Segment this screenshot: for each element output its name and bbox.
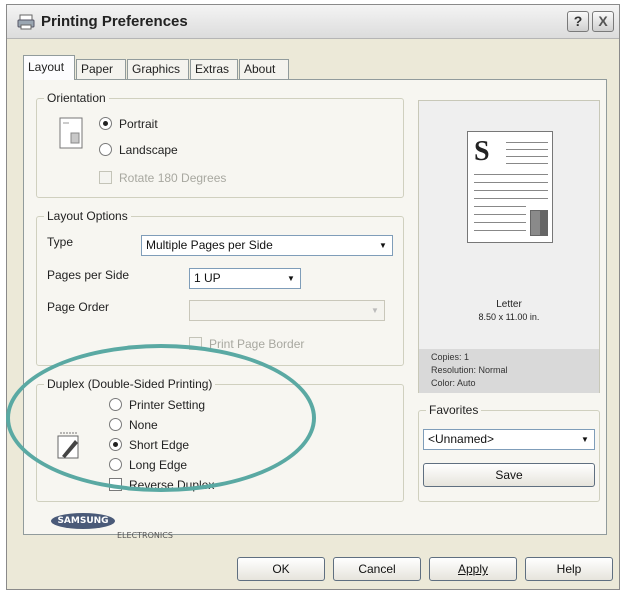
apply-button[interactable]: Apply xyxy=(429,557,517,581)
copies-info: Copies: 1 xyxy=(431,352,470,362)
rotate-180-label: Rotate 180 Degrees xyxy=(119,171,227,185)
favorites-group: Favorites <Unnamed> ▼ Save xyxy=(418,403,600,502)
tab-extras[interactable]: Extras xyxy=(190,59,238,79)
rotate-180-checkbox[interactable] xyxy=(99,171,112,184)
pages-per-side-value: 1 UP xyxy=(194,271,221,285)
landscape-radio[interactable] xyxy=(99,143,112,156)
chevron-down-icon: ▼ xyxy=(371,306,379,315)
cancel-button[interactable]: Cancel xyxy=(333,557,421,581)
chevron-down-icon: ▼ xyxy=(581,435,589,444)
portrait-radio[interactable] xyxy=(99,117,112,130)
preview-image-icon xyxy=(530,210,548,236)
portrait-page-icon xyxy=(59,117,83,149)
duplex-none-label: None xyxy=(129,418,158,432)
preview-info-bar: Copies: 1 Resolution: Normal Color: Auto xyxy=(419,349,599,393)
print-page-border-checkbox[interactable] xyxy=(189,337,202,350)
type-select-value: Multiple Pages per Side xyxy=(146,238,273,252)
favorites-value: <Unnamed> xyxy=(428,432,495,446)
landscape-label: Landscape xyxy=(119,143,178,157)
window-title: Printing Preferences xyxy=(41,13,188,30)
chevron-down-icon: ▼ xyxy=(287,274,295,283)
favorites-legend: Favorites xyxy=(426,403,482,417)
duplex-none-radio[interactable] xyxy=(109,418,122,431)
tab-graphics[interactable]: Graphics xyxy=(127,59,189,79)
orientation-group: Orientation Portrait Landscape Rotate 18… xyxy=(36,91,404,198)
logo-brand: SAMSUNG xyxy=(51,513,115,529)
paper-size: 8.50 x 11.00 in. xyxy=(478,312,540,322)
page-order-select[interactable]: ▼ xyxy=(189,300,385,321)
preview-line xyxy=(474,230,526,231)
type-label: Type xyxy=(47,235,74,249)
save-favorite-button[interactable]: Save xyxy=(423,463,595,487)
ok-button[interactable]: OK xyxy=(237,557,325,581)
portrait-label: Portrait xyxy=(119,117,158,131)
apply-label: Apply xyxy=(457,562,489,576)
tab-layout[interactable]: Layout xyxy=(23,55,75,80)
preview-line xyxy=(506,149,548,150)
preview-line xyxy=(474,198,548,199)
print-page-border-label: Print Page Border xyxy=(209,337,305,351)
preview-page: S xyxy=(467,131,553,243)
duplex-short-edge-label: Short Edge xyxy=(129,438,190,452)
pages-per-side-select[interactable]: 1 UP ▼ xyxy=(189,268,301,289)
help-button[interactable]: Help xyxy=(525,557,613,581)
preview-line xyxy=(474,214,526,215)
preview-line xyxy=(474,174,548,175)
reverse-duplex-label: Reverse Duplex xyxy=(129,478,215,492)
resolution-info: Resolution: Normal xyxy=(431,365,508,375)
preview-line xyxy=(474,190,548,191)
close-title-button[interactable]: X xyxy=(592,11,614,32)
duplex-short-edge-radio[interactable] xyxy=(109,438,122,451)
tab-about[interactable]: About xyxy=(239,59,289,79)
samsung-logo: SAMSUNG ELECTRONICS xyxy=(51,511,173,547)
page-preview: S Letter 8.50 x 11.00 in. Copies: 1 Reso… xyxy=(418,100,600,393)
duplex-group: Duplex (Double-Sided Printing) Printer S… xyxy=(36,377,404,502)
preview-letter: S xyxy=(474,136,490,167)
preview-line xyxy=(506,156,548,157)
preview-line xyxy=(474,206,526,207)
preview-line xyxy=(474,182,548,183)
reverse-duplex-checkbox[interactable] xyxy=(109,478,122,491)
orientation-legend: Orientation xyxy=(44,91,109,105)
layout-options-legend: Layout Options xyxy=(44,209,131,223)
layout-tab-panel: Orientation Portrait Landscape Rotate 18… xyxy=(23,79,607,535)
tab-paper[interactable]: Paper xyxy=(76,59,126,79)
duplex-long-edge-radio[interactable] xyxy=(109,458,122,471)
duplex-legend: Duplex (Double-Sided Printing) xyxy=(44,377,216,391)
pages-per-side-label: Pages per Side xyxy=(47,268,130,282)
type-select[interactable]: Multiple Pages per Side ▼ xyxy=(141,235,393,256)
preview-line xyxy=(474,222,526,223)
title-bar: Printing Preferences ? X xyxy=(7,5,619,39)
duplex-page-icon xyxy=(57,432,79,459)
page-order-label: Page Order xyxy=(47,300,110,314)
duplex-long-edge-label: Long Edge xyxy=(129,458,188,472)
logo-sub: ELECTRONICS xyxy=(117,531,173,540)
help-title-button[interactable]: ? xyxy=(567,11,589,32)
favorites-select[interactable]: <Unnamed> ▼ xyxy=(423,429,595,450)
chevron-down-icon: ▼ xyxy=(379,241,387,250)
paper-name: Letter xyxy=(496,299,522,310)
duplex-printer-setting-label: Printer Setting xyxy=(129,398,206,412)
printer-icon xyxy=(17,14,35,30)
preview-line xyxy=(506,163,548,164)
printing-preferences-dialog: Printing Preferences ? X Layout Paper Gr… xyxy=(6,4,620,590)
color-info: Color: Auto xyxy=(431,378,476,388)
layout-options-group: Layout Options Type Multiple Pages per S… xyxy=(36,209,404,366)
duplex-printer-setting-radio[interactable] xyxy=(109,398,122,411)
preview-line xyxy=(506,142,548,143)
